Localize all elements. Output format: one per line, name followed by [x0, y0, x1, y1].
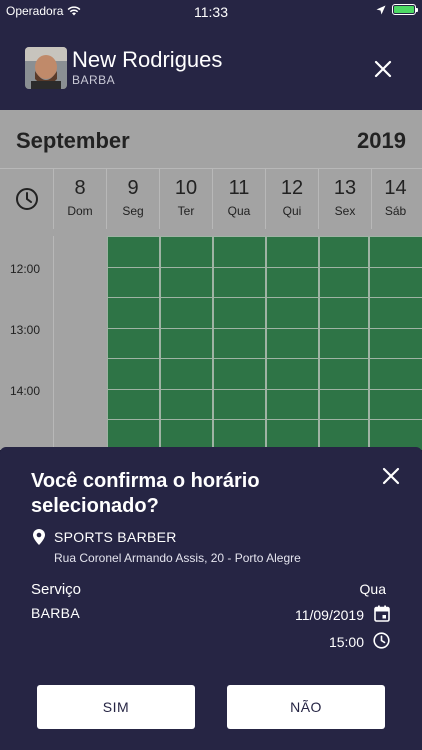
- day-column-header[interactable]: 14 Sáb: [369, 169, 422, 229]
- calendar-icon: [374, 605, 390, 622]
- day-weekday: Qui: [282, 204, 302, 218]
- time-slot[interactable]: [160, 388, 213, 420]
- time-slot[interactable]: [160, 419, 213, 450]
- time-slot[interactable]: [107, 297, 160, 329]
- day-column-header[interactable]: 13 Sex: [319, 169, 372, 229]
- shop-name: SPORTS BARBER: [54, 529, 177, 545]
- day-number: 8: [74, 177, 86, 199]
- time-slot[interactable]: [319, 327, 369, 359]
- time-slot[interactable]: [213, 236, 266, 268]
- time-slot[interactable]: [213, 327, 266, 359]
- time-slot[interactable]: [369, 266, 422, 298]
- time-slot[interactable]: [266, 358, 319, 390]
- time-slot[interactable]: [213, 266, 266, 298]
- day-header-row: 8 Dom 9 Seg 10 Ter 11 Qua 12 Qui 13 Sex …: [0, 168, 422, 229]
- time-slot[interactable]: [319, 388, 369, 420]
- day-number: 9: [127, 177, 139, 199]
- time-slot[interactable]: [319, 297, 369, 329]
- status-right: [376, 4, 418, 15]
- status-bar: Operadora 11:33: [0, 0, 422, 22]
- confirm-modal: Você confirma o horário selecionado? SPO…: [0, 447, 422, 750]
- time-slot[interactable]: [369, 297, 422, 329]
- appointment-weekday: Qua: [359, 581, 386, 597]
- day-number: 12: [280, 177, 304, 199]
- time-slot[interactable]: [107, 388, 160, 420]
- time-slot[interactable]: [369, 327, 422, 359]
- service-subtitle: BARBA: [72, 73, 116, 87]
- day-number: 11: [228, 177, 250, 199]
- time-slot[interactable]: [266, 236, 319, 268]
- clock-icon: [373, 632, 390, 649]
- time-slot[interactable]: [369, 236, 422, 268]
- time-slot[interactable]: [107, 236, 160, 268]
- time-slot[interactable]: [160, 236, 213, 268]
- day-column-header[interactable]: 8 Dom: [54, 169, 107, 229]
- time-slot[interactable]: [107, 419, 160, 450]
- day-weekday: Qua: [227, 204, 251, 218]
- time-slot[interactable]: [266, 419, 319, 450]
- time-slot[interactable]: [160, 327, 213, 359]
- barber-name: New Rodrigues: [72, 47, 223, 72]
- close-icon[interactable]: [382, 467, 400, 485]
- unavailable-day-column: [54, 236, 108, 450]
- time-slot[interactable]: [160, 358, 213, 390]
- day-number: 14: [384, 177, 407, 199]
- hour-label: 12:00: [10, 262, 41, 276]
- time-slot[interactable]: [319, 266, 369, 298]
- time-slot[interactable]: [213, 388, 266, 420]
- time-slot[interactable]: [319, 358, 369, 390]
- time-column-header: [0, 169, 54, 229]
- modal-title: Você confirma o horário selecionado?: [31, 470, 260, 517]
- appointment-date: 11/09/2019: [294, 607, 364, 623]
- day-weekday: Sex: [334, 204, 356, 218]
- hour-label: 13:00: [10, 323, 41, 337]
- status-time: 11:33: [194, 4, 228, 20]
- service-value: BARBA: [31, 605, 80, 621]
- time-slot[interactable]: [266, 266, 319, 298]
- time-slot[interactable]: [213, 358, 266, 390]
- time-slot[interactable]: [160, 266, 213, 298]
- time-slot[interactable]: [266, 297, 319, 329]
- barber-header: New Rodrigues BARBA: [0, 22, 422, 110]
- time-slot[interactable]: [266, 388, 319, 420]
- time-slot-grid: 12:00 13:00 14:00: [0, 236, 422, 450]
- time-slot[interactable]: [213, 419, 266, 450]
- day-weekday: Seg: [122, 204, 144, 218]
- time-slot[interactable]: [319, 419, 369, 450]
- clock-icon: [15, 188, 38, 210]
- shop-address: Rua Coronel Armando Assis, 20 - Porto Al…: [54, 551, 301, 565]
- hour-label: 14:00: [10, 384, 41, 398]
- day-column-header[interactable]: 9 Seg: [107, 169, 160, 229]
- time-slot[interactable]: [319, 236, 369, 268]
- day-weekday: Sáb: [384, 204, 407, 218]
- location-arrow-icon: [376, 5, 386, 14]
- time-slot[interactable]: [213, 297, 266, 329]
- time-slot[interactable]: [107, 266, 160, 298]
- time-slot[interactable]: [107, 327, 160, 359]
- calendar-month: September: [16, 128, 130, 153]
- location-pin-icon: [33, 529, 45, 545]
- close-icon[interactable]: [374, 60, 392, 78]
- confirm-yes-button[interactable]: SIM: [37, 685, 195, 729]
- time-slot[interactable]: [369, 358, 422, 390]
- time-slot[interactable]: [107, 358, 160, 390]
- time-slot[interactable]: [369, 419, 422, 450]
- appointment-time: 15:00: [328, 634, 364, 650]
- day-column-header[interactable]: 11 Qua: [213, 169, 266, 229]
- day-column-header[interactable]: 12 Qui: [266, 169, 319, 229]
- day-weekday: Dom: [67, 204, 93, 218]
- avatar: [25, 47, 67, 89]
- time-slot[interactable]: [266, 327, 319, 359]
- time-slot[interactable]: [369, 388, 422, 420]
- day-number: 13: [333, 177, 357, 199]
- service-label: Serviço: [31, 581, 82, 598]
- calendar: September 2019 8 Dom 9 Seg 10 Ter 11 Qua…: [0, 110, 422, 450]
- battery-icon: [392, 4, 418, 15]
- confirm-no-button[interactable]: NÃO: [227, 685, 385, 729]
- day-column-header[interactable]: 10 Ter: [160, 169, 213, 229]
- day-weekday: Ter: [177, 204, 195, 218]
- day-number: 10: [174, 177, 198, 199]
- time-slot[interactable]: [160, 297, 213, 329]
- calendar-year: 2019: [357, 128, 406, 153]
